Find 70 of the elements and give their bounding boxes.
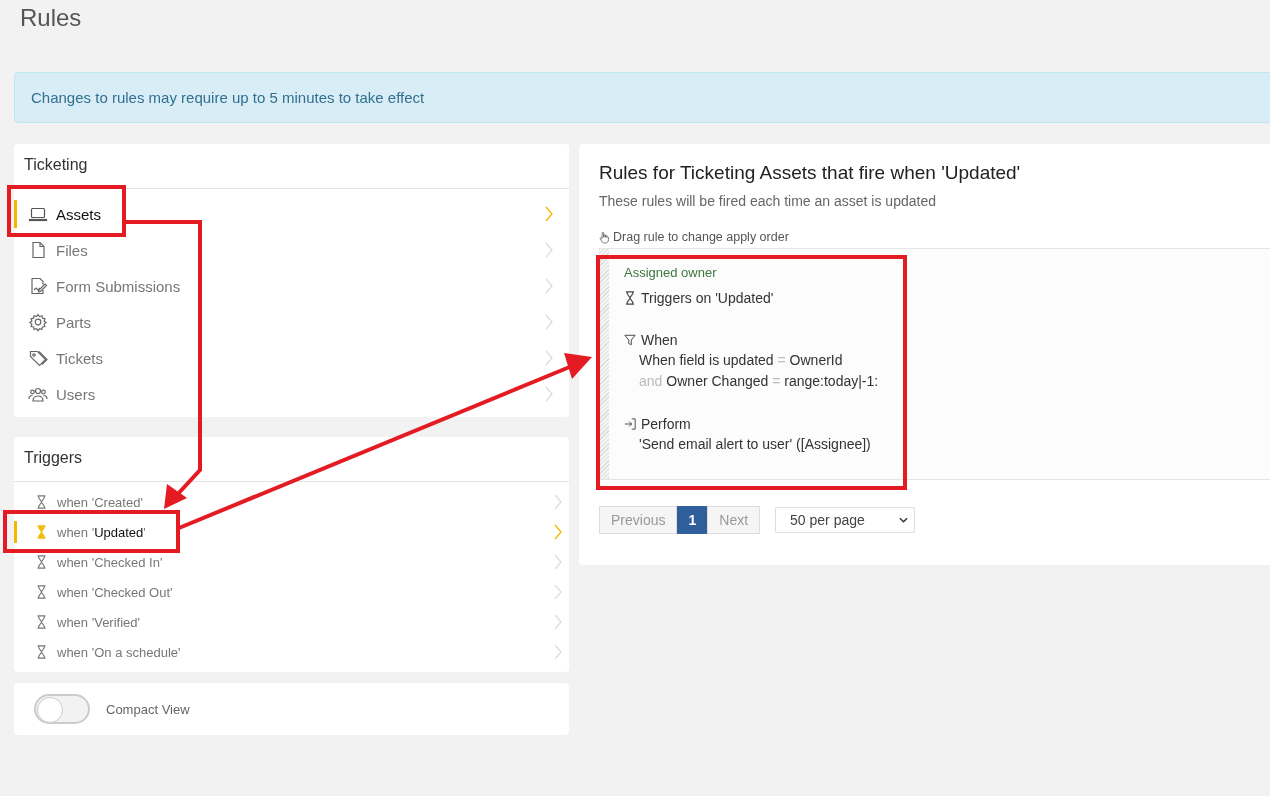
chevron-right-icon bbox=[544, 206, 554, 222]
gear-icon bbox=[28, 312, 48, 332]
rule-trigger: Triggers on 'Updated' bbox=[641, 290, 774, 306]
info-alert: Changes to rules may require up to 5 minutes to take effect bbox=[14, 72, 1270, 123]
rule-card[interactable]: Assigned owner Triggers on 'Updated' When When field is updated = OwnerId and Owner Changed = range:today|-1: Perform 'Send email alert to user' ([Assignee]) bbox=[599, 249, 905, 479]
chevron-right-icon bbox=[544, 242, 554, 258]
hourglass-icon bbox=[36, 555, 47, 569]
rule-condition: When field is updated = OwnerId bbox=[638, 352, 844, 369]
caret-icon bbox=[899, 517, 909, 523]
hand-pointer-icon bbox=[599, 230, 610, 244]
module-label: Assets bbox=[56, 205, 101, 223]
section-label: When bbox=[641, 332, 678, 348]
tag-icon bbox=[28, 348, 48, 368]
chevron-right-icon bbox=[544, 278, 554, 294]
trigger-label: when 'Checked In' bbox=[57, 554, 163, 570]
chevron-right-icon bbox=[544, 386, 554, 402]
signed-document-icon bbox=[28, 276, 48, 296]
panel-subtitle: These rules will be fired each time an asset is updated bbox=[598, 193, 937, 209]
card-title: Triggers bbox=[14, 437, 569, 482]
trigger-item[interactable]: when 'Created' bbox=[14, 487, 569, 517]
chevron-right-icon bbox=[553, 614, 563, 630]
section-label: Perform bbox=[641, 416, 691, 432]
hourglass-icon bbox=[36, 495, 47, 509]
hourglass-icon bbox=[624, 291, 636, 305]
trigger-item[interactable]: when 'Updated' bbox=[14, 517, 569, 547]
chevron-right-icon bbox=[553, 584, 563, 600]
trigger-label: when 'On a schedule' bbox=[57, 644, 181, 660]
sign-in-icon bbox=[624, 417, 636, 431]
module-item[interactable]: Files bbox=[14, 232, 569, 268]
module-label: Parts bbox=[56, 313, 91, 331]
module-label: Files bbox=[56, 241, 88, 259]
chevron-right-icon bbox=[553, 644, 563, 660]
hourglass-icon bbox=[36, 645, 47, 659]
trigger-label: when 'Created' bbox=[57, 494, 143, 510]
trigger-item[interactable]: when 'Verified' bbox=[14, 607, 569, 637]
rule-condition: and Owner Changed = range:today|-1: bbox=[638, 373, 879, 390]
module-item[interactable]: Tickets bbox=[14, 340, 569, 376]
hourglass-icon bbox=[36, 615, 47, 629]
trigger-label: when 'Updated' bbox=[57, 524, 146, 540]
hourglass-icon bbox=[36, 525, 47, 539]
drag-handle[interactable] bbox=[599, 249, 609, 479]
page-size-select[interactable]: 50 per page bbox=[775, 507, 916, 533]
toggle-label: Compact View bbox=[106, 701, 190, 717]
chevron-right-icon bbox=[544, 314, 554, 330]
drag-hint: Drag rule to change apply order bbox=[613, 230, 789, 244]
hourglass-icon bbox=[36, 585, 47, 599]
panel-title: Rules for Ticketing Assets that fire when 'Updated' bbox=[598, 162, 1022, 184]
compact-view-toggle[interactable] bbox=[34, 694, 90, 724]
module-item[interactable]: Parts bbox=[14, 304, 569, 340]
page-button[interactable]: 1 bbox=[677, 506, 708, 534]
trigger-item[interactable]: when 'Checked Out' bbox=[14, 577, 569, 607]
trigger-item[interactable]: when 'Checked In' bbox=[14, 547, 569, 577]
trigger-label: when 'Checked Out' bbox=[57, 584, 173, 600]
chevron-right-icon bbox=[544, 350, 554, 366]
page-title: Rules bbox=[20, 4, 82, 32]
chevron-right-icon bbox=[553, 554, 563, 570]
trigger-label: when 'Verified' bbox=[57, 614, 140, 630]
chevron-right-icon bbox=[553, 494, 563, 510]
module-label: Users bbox=[56, 385, 96, 403]
card-title: Ticketing bbox=[14, 144, 569, 189]
rule-action: 'Send email alert to user' ([Assignee]) bbox=[638, 436, 872, 453]
filter-icon bbox=[624, 333, 636, 347]
module-item[interactable]: Form Submissions bbox=[14, 268, 569, 304]
module-item[interactable]: Users bbox=[14, 376, 569, 412]
module-label: Tickets bbox=[56, 349, 103, 367]
rule-name: Assigned owner bbox=[624, 265, 718, 280]
module-item[interactable]: Assets bbox=[14, 196, 569, 232]
module-label: Form Submissions bbox=[56, 277, 181, 295]
chevron-right-icon bbox=[553, 524, 563, 540]
trigger-item[interactable]: when 'On a schedule' bbox=[14, 637, 569, 667]
